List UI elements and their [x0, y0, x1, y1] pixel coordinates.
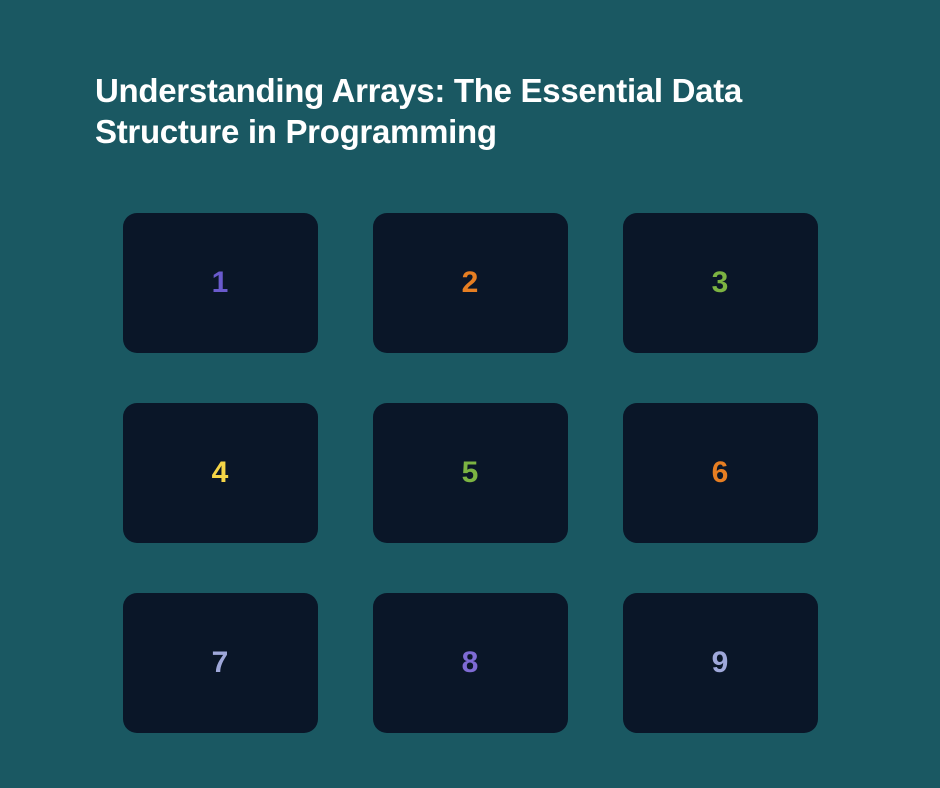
array-cell: 4: [123, 403, 318, 543]
array-cell: 8: [373, 593, 568, 733]
array-cell: 5: [373, 403, 568, 543]
page-title: Understanding Arrays: The Essential Data…: [95, 70, 845, 153]
array-cell: 1: [123, 213, 318, 353]
array-cell: 6: [623, 403, 818, 543]
array-cell: 2: [373, 213, 568, 353]
array-cell: 7: [123, 593, 318, 733]
array-cell: 9: [623, 593, 818, 733]
array-cell: 3: [623, 213, 818, 353]
array-grid: 1 2 3 4 5 6 7 8 9: [95, 213, 845, 733]
